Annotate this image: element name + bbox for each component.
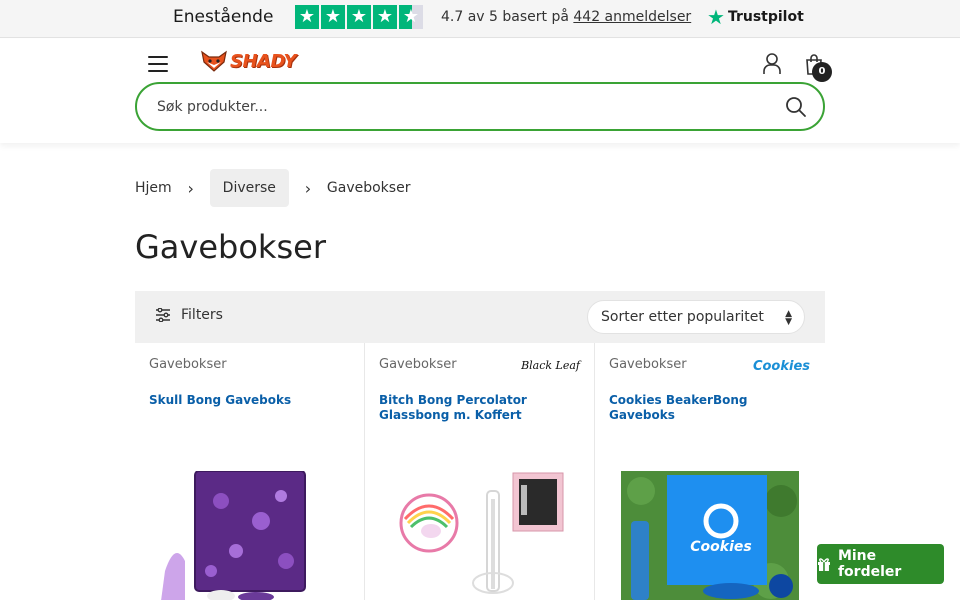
- mine-fordeler-button[interactable]: Mine fordeler: [817, 544, 944, 584]
- product-title[interactable]: Cookies BeakerBong Gaveboks: [609, 393, 809, 423]
- product-title[interactable]: Bitch Bong Percolator Glassbong m. Koffe…: [379, 393, 579, 423]
- site-header: SHADY 0: [0, 39, 960, 143]
- trustpilot-score-text: 4.7 av 5 basert på: [441, 9, 569, 25]
- fox-logo-icon: [201, 50, 227, 72]
- search-input[interactable]: [157, 96, 757, 118]
- product-card[interactable]: Gavebokser Skull Bong Gaveboks: [135, 343, 365, 600]
- gift-icon: [817, 558, 830, 571]
- menu-icon[interactable]: [148, 56, 168, 72]
- breadcrumb-diverse[interactable]: Diverse: [209, 169, 289, 207]
- star-icon: ★: [347, 5, 371, 29]
- breadcrumb-home[interactable]: Hjem: [135, 169, 172, 207]
- filters-label: Filters: [181, 307, 223, 323]
- trustpilot-score: 4.7 av 5 basert på 442 anmeldelser: [441, 9, 691, 25]
- sliders-icon: [156, 308, 170, 322]
- chevron-right-icon: ›: [187, 178, 194, 198]
- search-bar: [135, 82, 825, 131]
- star-icon: ★: [373, 5, 397, 29]
- trustpilot-brand: Trustpilot: [727, 9, 804, 25]
- trustpilot-bar: Enestående ★ ★ ★ ★ ★ 4.7 av 5 basert på …: [0, 0, 960, 38]
- product-image[interactable]: Cookies: [621, 471, 799, 600]
- product-category[interactable]: Gavebokser: [609, 357, 687, 372]
- brand-logo[interactable]: Black Leaf: [521, 359, 580, 372]
- product-image[interactable]: [391, 471, 569, 600]
- breadcrumb: Hjem › Diverse › Gavebokser: [135, 169, 410, 207]
- trustpilot-star-icon: ★: [707, 5, 725, 29]
- user-icon[interactable]: [762, 53, 782, 75]
- trustpilot-stars: ★ ★ ★ ★ ★: [295, 5, 423, 29]
- filter-bar: Filters Sorter etter popularitet ▲ ▼: [135, 291, 825, 343]
- mine-fordeler-label: Mine fordeler: [837, 548, 902, 580]
- logo-text: SHADY: [230, 50, 297, 72]
- sort-value: Sorter etter popularitet: [601, 309, 764, 325]
- reviews-link[interactable]: 442 anmeldelser: [573, 9, 691, 25]
- chevron-right-icon: ›: [304, 178, 312, 198]
- filters-button[interactable]: Filters: [155, 307, 223, 323]
- product-image[interactable]: [161, 471, 339, 600]
- product-card[interactable]: Gavebokser Black Leaf Bitch Bong Percola…: [364, 343, 594, 600]
- cart-count-badge: 0: [812, 62, 832, 82]
- star-icon: ★: [295, 5, 319, 29]
- breadcrumb-current: Gavebokser: [326, 180, 411, 196]
- star-icon: ★: [321, 5, 345, 29]
- trustpilot-logo[interactable]: ★ Trustpilot: [707, 5, 804, 29]
- product-category[interactable]: Gavebokser: [149, 357, 227, 372]
- trustpilot-rating-word: Enestående: [173, 7, 274, 27]
- product-card[interactable]: Gavebokser Cookies Cookies BeakerBong Ga…: [594, 343, 824, 600]
- site-logo[interactable]: SHADY: [200, 50, 297, 72]
- brand-logo[interactable]: Cookies: [753, 359, 810, 374]
- select-arrows-icon: ▲ ▼: [785, 309, 792, 327]
- half-star-icon: ★: [399, 5, 423, 29]
- svg-text:Cookies: Cookies: [690, 539, 751, 555]
- product-category[interactable]: Gavebokser: [379, 357, 457, 372]
- product-title[interactable]: Skull Bong Gaveboks: [149, 393, 349, 408]
- search-icon[interactable]: [785, 96, 807, 118]
- page-title: Gavebokser: [135, 228, 326, 266]
- sort-select[interactable]: Sorter etter popularitet ▲ ▼: [587, 300, 805, 334]
